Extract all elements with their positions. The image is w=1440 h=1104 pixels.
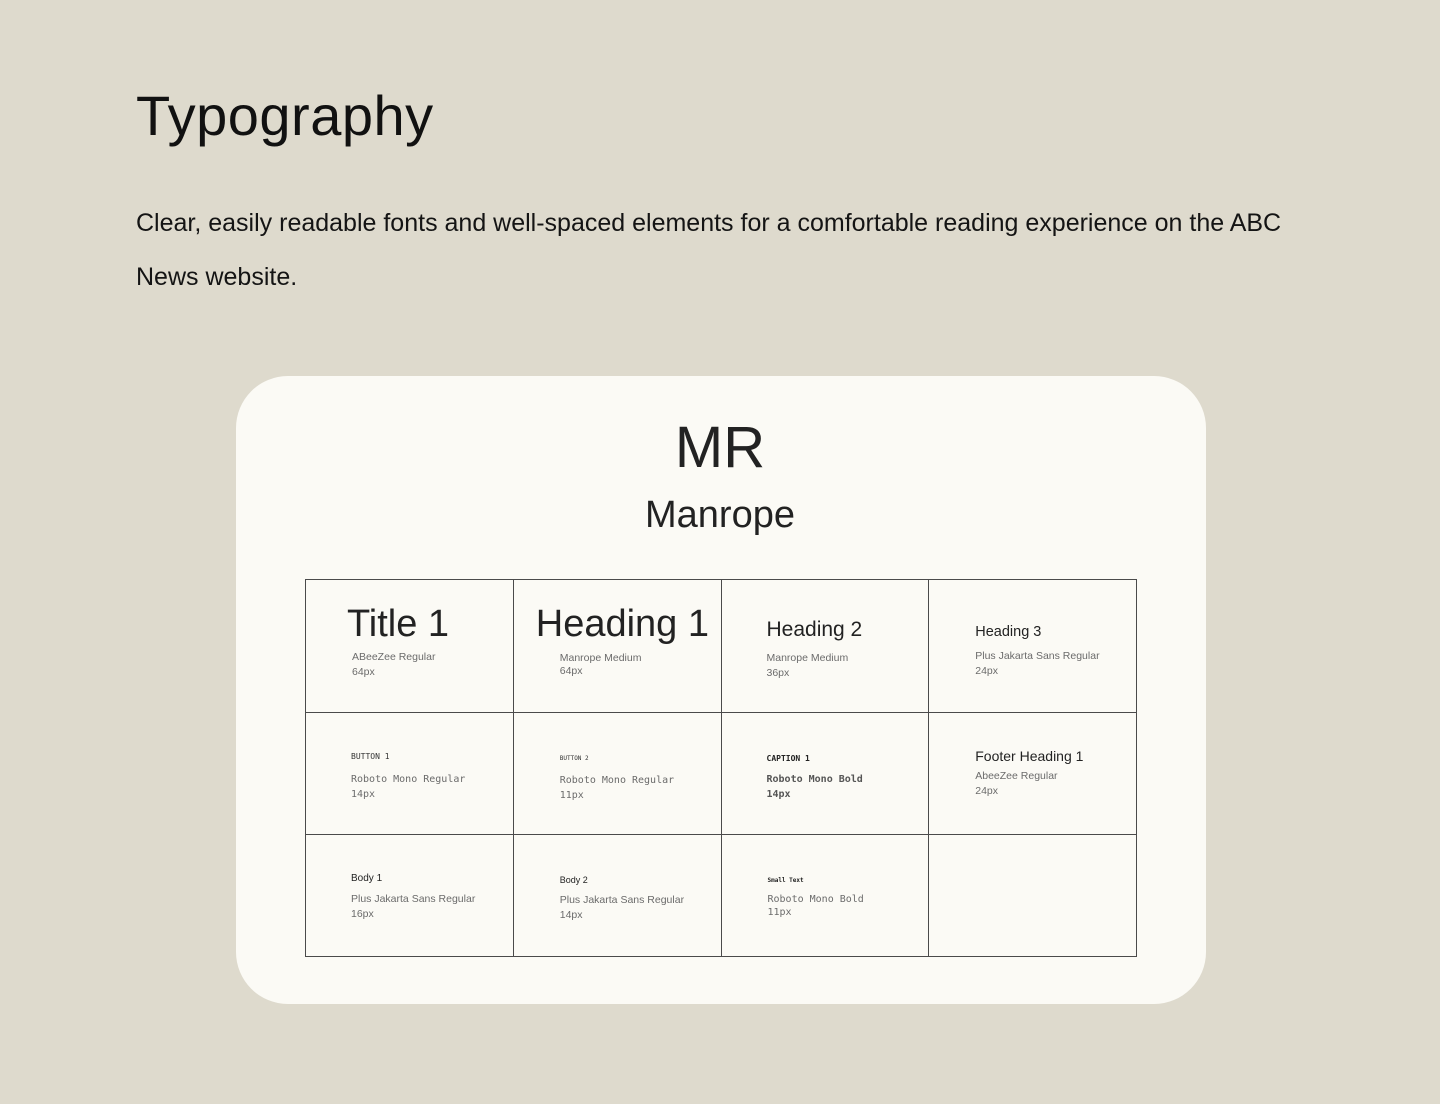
type-font-size: 14px	[351, 789, 376, 800]
type-font-size: 11px	[559, 790, 584, 801]
type-cell-body-2: Body 2 Plus Jakarta Sans Regular 14px	[512, 834, 722, 957]
font-abbreviation: MR	[674, 415, 766, 480]
type-font-size: 14px	[559, 909, 583, 921]
type-font-size: 64px	[559, 665, 583, 677]
type-font-name: Manrope Medium	[766, 652, 849, 664]
type-cell-heading-3: Heading 3 Plus Jakarta Sans Regular 24px	[928, 579, 1137, 713]
type-font-size: 24px	[975, 665, 999, 677]
type-cell-heading-1: Heading 1 Manrope Medium 64px	[512, 579, 722, 713]
type-sample: Footer Heading 1	[975, 748, 1084, 764]
type-font-name: AbeeZee Regular	[975, 770, 1058, 782]
type-cell-button-2: BUTTON 2 Roboto Mono Regular 11px	[512, 712, 722, 835]
type-cell-small-text: Small Text Roboto Mono Bold 11px	[720, 834, 930, 957]
type-font-size: 11px	[767, 907, 792, 918]
type-font-size: 14px	[766, 789, 791, 800]
type-font-name: Plus Jakarta Sans Regular	[559, 894, 685, 906]
type-font-size: 16px	[351, 908, 374, 920]
type-sample: Body 1	[351, 873, 383, 884]
page-description: Clear, easily readable fonts and well-sp…	[136, 209, 1282, 291]
type-font-name: Roboto Mono Regular	[351, 774, 466, 785]
type-font-name: Roboto Mono Bold	[767, 894, 864, 905]
type-sample: Heading 3	[975, 624, 1042, 640]
type-sample: BUTTON 1	[351, 752, 390, 761]
type-scale-table: Title 1 ABeeZee Regular 64px Heading 1 M…	[305, 579, 1137, 957]
type-cell-title-1: Title 1 ABeeZee Regular 64px	[305, 579, 514, 713]
type-cell-button-1: BUTTON 1 Roboto Mono Regular 14px	[305, 712, 514, 835]
type-sample: Heading 1	[535, 603, 709, 645]
type-font-name: Roboto Mono Bold	[766, 774, 863, 785]
type-sample: Heading 2	[766, 618, 863, 641]
type-sample: BUTTON 2	[559, 755, 589, 762]
type-font-name: Roboto Mono Regular	[559, 775, 675, 786]
type-sample: Small Text	[767, 877, 804, 884]
type-sample: Title 1	[347, 603, 450, 645]
type-cell-footer-heading-1: Footer Heading 1 AbeeZee Regular 24px	[928, 712, 1137, 835]
type-font-size: 24px	[975, 785, 999, 797]
type-cell-empty	[928, 834, 1137, 957]
type-font-name: Plus Jakarta Sans Regular	[351, 893, 476, 905]
type-font-size: 36px	[766, 667, 790, 679]
type-font-size: 64px	[352, 666, 375, 678]
page-title: Typography	[136, 84, 434, 147]
font-family-name: Manrope	[645, 494, 795, 536]
type-sample: CAPTION 1	[766, 754, 810, 763]
type-cell-caption-1: CAPTION 1 Roboto Mono Bold 14px	[720, 712, 930, 835]
type-font-name: Manrope Medium	[559, 652, 642, 664]
type-sample: Body 2	[559, 875, 588, 885]
type-font-name: Plus Jakarta Sans Regular	[975, 650, 1100, 662]
type-cell-heading-2: Heading 2 Manrope Medium 36px	[720, 579, 930, 713]
type-font-name: ABeeZee Regular	[352, 651, 436, 663]
type-cell-body-1: Body 1 Plus Jakarta Sans Regular 16px	[305, 834, 514, 957]
